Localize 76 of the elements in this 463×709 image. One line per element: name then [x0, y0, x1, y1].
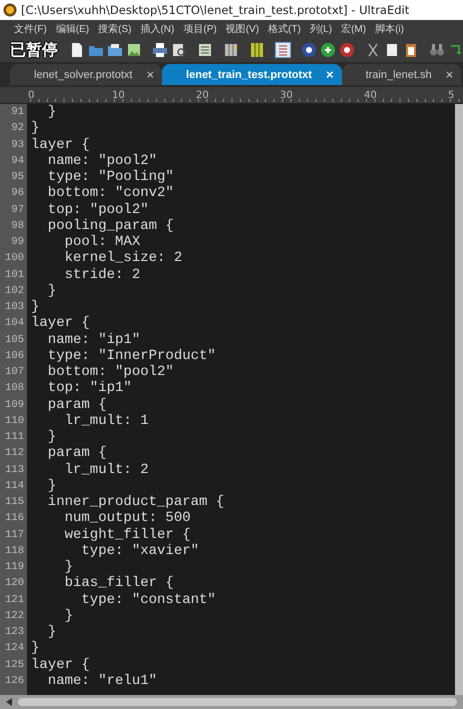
code-line: name: "relu1": [46, 672, 158, 689]
code-line: layer {: [30, 656, 90, 673]
file-tab[interactable]: train_lenet.sh ×: [342, 64, 462, 85]
ruler-label: 40: [364, 90, 378, 100]
copy-icon[interactable]: [384, 42, 400, 58]
code-line: bottom: "conv2": [46, 185, 174, 202]
paused-label: 已暂停: [10, 40, 58, 60]
code-line: stride: 2: [64, 266, 140, 283]
code-line: param {: [46, 445, 107, 462]
replace-icon[interactable]: [448, 42, 463, 58]
menu-item[interactable]: 搜索(S): [98, 22, 132, 36]
code-line: }: [64, 608, 74, 624]
menu-item[interactable]: 视图(V): [226, 22, 260, 36]
code-line: layer {: [30, 136, 90, 153]
code-line: bottom: "pool2": [46, 364, 174, 380]
code-line: type: "Pooling": [46, 169, 174, 186]
printer-icon[interactable]: [152, 42, 168, 58]
scroll-left-icon[interactable]: [6, 698, 12, 706]
code-line: lr_mult: 1: [64, 412, 149, 429]
code-line: top: "ip1": [46, 380, 132, 396]
code-line: }: [46, 429, 56, 446]
menu-item[interactable]: 格式(T): [268, 22, 301, 36]
close-icon[interactable]: ×: [446, 67, 454, 82]
code-line: type: "constant": [80, 592, 216, 608]
folder-icon[interactable]: [107, 42, 123, 58]
list-icon[interactable]: [197, 42, 213, 58]
list-view-icon[interactable]: [275, 42, 291, 58]
menu-item[interactable]: 脚本(i): [375, 22, 404, 36]
code-line: top: "pool2": [46, 202, 149, 218]
code-line: name: "ip1": [46, 332, 140, 348]
ruler-label: 20: [196, 90, 210, 100]
code-line: }: [46, 624, 56, 640]
ruler-label: 10: [112, 90, 126, 100]
code-line: }: [46, 478, 56, 494]
code-line: }: [46, 104, 56, 120]
code-line: type: "InnerProduct": [46, 348, 216, 364]
code-line: pooling_param {: [46, 218, 174, 234]
close-icon[interactable]: ×: [146, 67, 154, 82]
menu-item[interactable]: 插入(N): [140, 22, 174, 36]
file-tab[interactable]: lenet_solver.prototxt ×: [10, 64, 162, 85]
window-title: [C:\Users\xuhh\Desktop\51CTO\lenet_train_test.prototxt] - UltraEdit: [21, 3, 410, 17]
code-line: inner_product_param {: [46, 494, 224, 510]
code-line: lr_mult: 2: [64, 462, 149, 478]
app-icon: [3, 3, 17, 17]
code-line: name: "pool2": [46, 152, 158, 169]
image-icon[interactable]: [126, 42, 142, 58]
code-line: }: [46, 282, 56, 299]
code-line: kernel_size: 2: [64, 250, 182, 266]
file-tab[interactable]: lenet_train_test.prototxt ×: [162, 64, 342, 85]
horizontal-scrollbar[interactable]: [0, 695, 463, 709]
code-line: }: [30, 120, 40, 136]
column-icon[interactable]: [223, 42, 239, 58]
menu-item[interactable]: 文件(F): [14, 22, 47, 36]
binoculars-icon[interactable]: [429, 42, 445, 58]
code-line: }: [30, 640, 40, 656]
ruler-label: 30: [280, 90, 294, 100]
close-icon[interactable]: ×: [326, 67, 334, 82]
menu-item[interactable]: 宏(M): [341, 22, 366, 36]
code-line: pool: MAX: [64, 234, 140, 250]
code-line: bias_filler {: [64, 575, 174, 592]
code-line: }: [30, 299, 40, 316]
code-line: }: [64, 559, 74, 576]
code-line: layer {: [30, 315, 90, 332]
menu-item[interactable]: 项目(P): [183, 22, 217, 36]
code-line: weight_filler {: [64, 526, 191, 543]
columns-icon[interactable]: [249, 42, 265, 58]
ruler-label: 5: [448, 90, 456, 100]
paste-icon[interactable]: [403, 42, 419, 58]
print-preview-icon[interactable]: [171, 42, 187, 58]
ruler-label: 0: [28, 90, 36, 100]
menu-item[interactable]: 列(L): [310, 22, 332, 36]
code-line: param {: [46, 396, 107, 413]
code-line: num_output: 500: [64, 510, 191, 526]
menu-item[interactable]: 编辑(E): [56, 22, 90, 36]
code-line: type: "xavier": [80, 542, 200, 559]
document-icon[interactable]: [69, 42, 85, 58]
